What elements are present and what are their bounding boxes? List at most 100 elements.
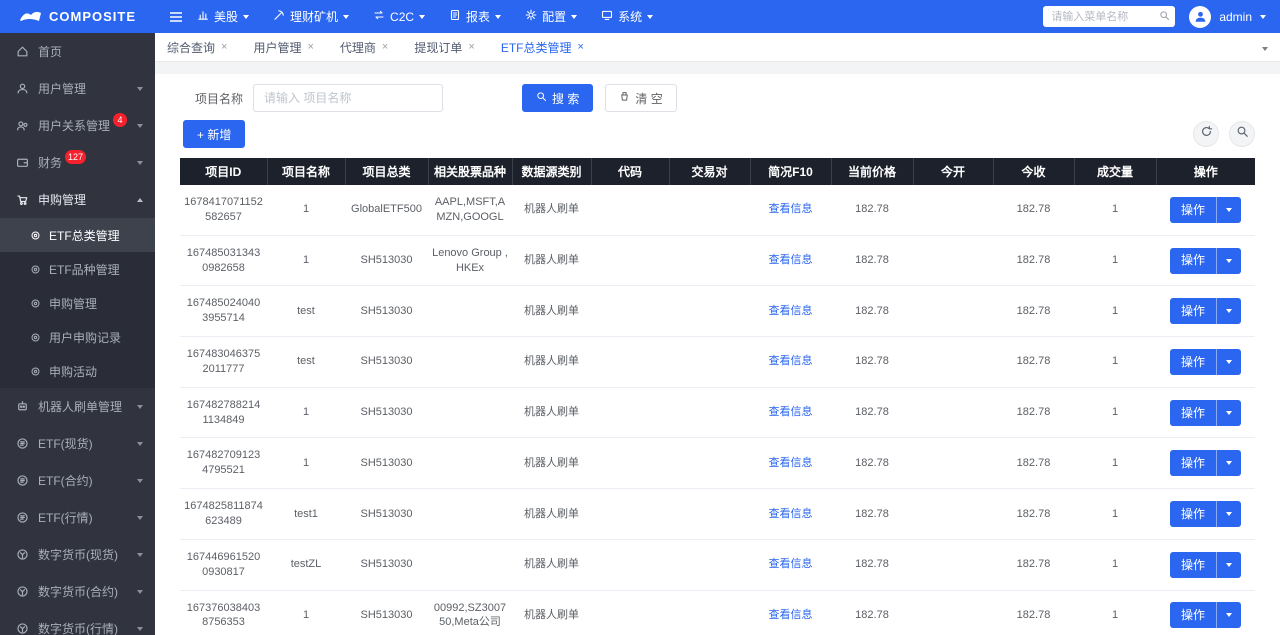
column-header-10: 今收: [993, 158, 1074, 185]
search-icon[interactable]: [1159, 10, 1170, 21]
tab-label: 用户管理: [253, 39, 301, 56]
action-button[interactable]: 操作: [1170, 400, 1241, 426]
sidebar-subitem-label: ETF品种管理: [49, 261, 120, 278]
tabs-overflow-chevron-icon[interactable]: [1262, 40, 1268, 54]
refresh-button[interactable]: [1193, 121, 1219, 147]
sidebar-item-0[interactable]: 首页: [0, 33, 155, 70]
sidebar-item-8[interactable]: ETF(行情): [0, 499, 155, 536]
table-search-button[interactable]: [1229, 121, 1255, 147]
sidebar-item-4[interactable]: 申购管理: [0, 181, 155, 218]
search-button[interactable]: 搜 索: [522, 84, 593, 112]
menu-search-input[interactable]: [1043, 6, 1175, 27]
view-info-link[interactable]: 查看信息: [769, 203, 813, 215]
tab-0[interactable]: 综合查询×: [167, 39, 227, 56]
cell-volume: 1: [1074, 489, 1156, 540]
action-button[interactable]: 操作: [1170, 197, 1241, 223]
view-info-link[interactable]: 查看信息: [769, 406, 813, 418]
sidebar-item-2[interactable]: 用户关系管理4: [0, 107, 155, 144]
menu-search[interactable]: [1043, 6, 1175, 27]
tab-3[interactable]: 提现订单×: [414, 39, 474, 56]
view-info-link[interactable]: 查看信息: [769, 305, 813, 317]
sidebar-item-9[interactable]: 数字货币(现货): [0, 536, 155, 573]
action-button[interactable]: 操作: [1170, 298, 1241, 324]
cell-open: [913, 539, 993, 590]
sidebar-item-1[interactable]: 用户管理: [0, 70, 155, 107]
add-button[interactable]: + 新增: [183, 120, 245, 148]
close-icon[interactable]: ×: [307, 41, 313, 53]
cell-id: 1674827091234795521: [180, 438, 267, 489]
cell-pair: [669, 235, 750, 286]
nav-item-2[interactable]: C2C: [373, 9, 425, 24]
sidebar-item-10[interactable]: 数字货币(合约): [0, 573, 155, 610]
nav-item-0[interactable]: 美股: [197, 8, 249, 25]
cell-f10: 查看信息: [750, 489, 831, 540]
cell-pair: [669, 286, 750, 337]
cell-source: 机器人刷单: [512, 590, 591, 635]
close-icon[interactable]: ×: [221, 41, 227, 53]
table-row: 16748270912347955211SH513030机器人刷单查看信息182…: [180, 438, 1255, 489]
cell-category: SH513030: [345, 286, 428, 337]
action-button[interactable]: 操作: [1170, 450, 1241, 476]
close-icon[interactable]: ×: [382, 41, 388, 53]
nav-item-label: 理财矿机: [290, 8, 338, 25]
cell-name: 1: [267, 387, 345, 438]
sidebar-subitem-4-3[interactable]: 用户申购记录: [0, 320, 155, 354]
cart-icon: [16, 193, 29, 206]
action-button[interactable]: 操作: [1170, 349, 1241, 375]
nav-item-label: C2C: [390, 10, 414, 24]
tab-4[interactable]: ETF总类管理×: [501, 39, 584, 56]
nav-item-3[interactable]: 报表: [449, 8, 501, 25]
project-name-input[interactable]: [253, 84, 443, 112]
cell-id: 1678417071152582657: [180, 185, 267, 235]
tab-2[interactable]: 代理商×: [340, 39, 388, 56]
clear-button[interactable]: 清 空: [605, 84, 676, 112]
cell-f10: 查看信息: [750, 235, 831, 286]
action-button[interactable]: 操作: [1170, 501, 1241, 527]
system-icon: [601, 9, 613, 24]
sidebar-item-5[interactable]: 机器人刷单管理: [0, 388, 155, 425]
cell-category: SH513030: [345, 337, 428, 388]
close-icon[interactable]: ×: [468, 41, 474, 53]
sidebar-subitem-4-4[interactable]: 申购活动: [0, 354, 155, 388]
cell-action: 操作: [1156, 185, 1255, 235]
sidebar-subitem-label: ETF总类管理: [49, 227, 120, 244]
view-info-link[interactable]: 查看信息: [769, 457, 813, 469]
nav-item-5[interactable]: 系统: [601, 8, 653, 25]
action-button-label: 操作: [1170, 252, 1216, 268]
view-info-link[interactable]: 查看信息: [769, 508, 813, 520]
tab-1[interactable]: 用户管理 ×: [253, 39, 313, 56]
cell-name: 1: [267, 438, 345, 489]
sidebar-subitem-4-2[interactable]: 申购管理: [0, 286, 155, 320]
etf-table: 项目ID项目名称项目总类相关股票品种数据源类别代码交易对简况F10当前价格今开今…: [180, 158, 1255, 635]
action-button[interactable]: 操作: [1170, 248, 1241, 274]
cell-price: 182.78: [831, 590, 913, 635]
view-info-link[interactable]: 查看信息: [769, 254, 813, 266]
sidebar-item-label: ETF(合约): [38, 472, 93, 489]
content-gap: [155, 62, 1280, 74]
username[interactable]: admin: [1219, 10, 1252, 24]
sidebar-item-7[interactable]: ETF(合约): [0, 462, 155, 499]
user-menu-chevron-icon[interactable]: [1260, 15, 1266, 19]
view-info-link[interactable]: 查看信息: [769, 355, 813, 367]
sidebar-subitem-4-1[interactable]: ETF品种管理: [0, 252, 155, 286]
view-info-link[interactable]: 查看信息: [769, 558, 813, 570]
view-info-link[interactable]: 查看信息: [769, 609, 813, 621]
cell-price: 182.78: [831, 286, 913, 337]
sidebar-subitem-4-0[interactable]: ETF总类管理: [0, 218, 155, 252]
action-button[interactable]: 操作: [1170, 602, 1241, 628]
sidebar-item-3[interactable]: 财务127: [0, 144, 155, 181]
avatar[interactable]: [1189, 6, 1211, 28]
table-row: 1674850240403955714testSH513030机器人刷单查看信息…: [180, 286, 1255, 337]
sidebar-item-6[interactable]: ETF(现货): [0, 425, 155, 462]
cell-stocks: [428, 387, 512, 438]
action-button[interactable]: 操作: [1170, 552, 1241, 578]
menu-toggle-icon[interactable]: [169, 11, 183, 23]
column-header-1: 项目名称: [267, 158, 345, 185]
close-icon[interactable]: ×: [577, 41, 583, 53]
chevron-down-icon: [343, 15, 349, 19]
cell-price: 182.78: [831, 235, 913, 286]
sidebar-item-label: 数字货币(现货): [38, 546, 118, 563]
nav-item-4[interactable]: 配置: [525, 8, 577, 25]
nav-item-1[interactable]: 理财矿机: [273, 8, 349, 25]
sidebar-item-11[interactable]: 数字货币(行情): [0, 610, 155, 635]
